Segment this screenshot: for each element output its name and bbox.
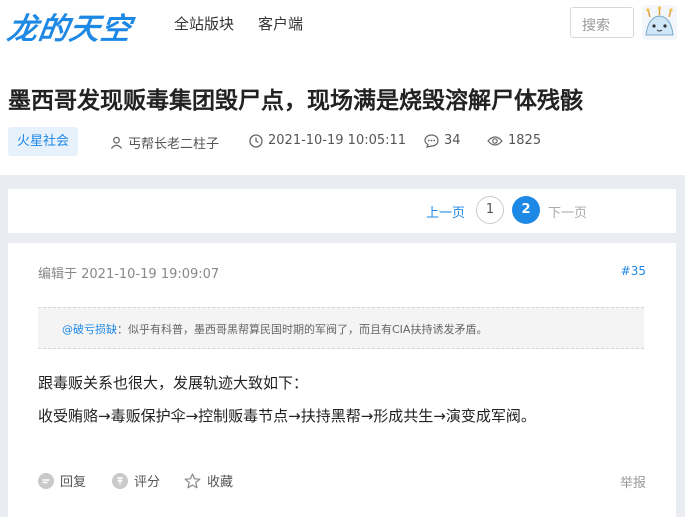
- comment-count-meta: 34: [424, 133, 461, 148]
- thread-header: 墨西哥发现贩毒集团毁尸点，现场满是烧毁溶解尸体残骸 火星社会 丐帮长老二柱子 2…: [0, 62, 685, 175]
- next-page-link[interactable]: 下一页: [548, 202, 587, 221]
- view-count-meta: 1825: [487, 133, 541, 148]
- star-icon: [184, 472, 201, 488]
- site-logo[interactable]: 龙的天空: [5, 4, 135, 48]
- pagination: 上一页 1 2 下一页: [8, 189, 676, 233]
- user-icon: [110, 136, 123, 149]
- comment-count: 34: [444, 133, 461, 148]
- category-tag[interactable]: 火星社会: [8, 127, 78, 156]
- favorite-label: 收藏: [207, 475, 234, 490]
- comment-icon: [424, 133, 439, 148]
- reply-post: 编辑于 2021-10-19 19:09:07 #35 @破亏损缺：似乎有科普，…: [8, 243, 676, 517]
- site-header: 龙的天空 全站版块 客户端 搜索: [0, 0, 685, 62]
- post-time-meta: 2021-10-19 10:05:11: [249, 133, 406, 148]
- post-body-line: 跟毒贩关系也很大，发展轨迹大致如下：: [38, 374, 309, 392]
- page-2-button-current[interactable]: 2: [512, 196, 540, 224]
- favorite-button[interactable]: 收藏: [184, 471, 233, 490]
- page-1-button[interactable]: 1: [476, 196, 504, 224]
- rate-label: 评分: [134, 475, 161, 490]
- report-link[interactable]: 举报: [620, 472, 646, 491]
- author-meta[interactable]: 丐帮长老二柱子: [110, 133, 219, 152]
- post-body-line: 收受贿赂→毒贩保护伞→控制贩毒节点→扶持黑帮→形成共生→演变成军阀。: [38, 407, 536, 425]
- view-count: 1825: [508, 133, 542, 148]
- reply-icon: [38, 472, 54, 489]
- author-name[interactable]: 丐帮长老二柱子: [128, 133, 219, 152]
- search-button[interactable]: 搜索: [570, 7, 634, 38]
- floor-number-link[interactable]: #35: [621, 264, 646, 278]
- thread-title: 墨西哥发现贩毒集团毁尸点，现场满是烧毁溶解尸体残骸: [8, 88, 583, 114]
- nav-all-boards[interactable]: 全站版块: [174, 13, 234, 34]
- quote-block: @破亏损缺：似乎有科普，墨西哥黑帮算民国时期的军阀了，而且有CIA扶持诱发矛盾。: [38, 307, 644, 349]
- quote-text: ：似乎有科普，墨西哥黑帮算民国时期的军阀了，而且有CIA扶持诱发矛盾。: [117, 323, 488, 336]
- rate-button[interactable]: 评分: [112, 471, 160, 490]
- quote-user-link[interactable]: @破亏损缺: [62, 323, 117, 336]
- nav-client[interactable]: 客户端: [258, 13, 303, 34]
- rate-icon: [112, 472, 128, 489]
- reply-button[interactable]: 回复: [38, 471, 86, 490]
- eye-icon: [487, 135, 503, 146]
- reply-label: 回复: [60, 475, 87, 490]
- clock-icon: [249, 133, 263, 148]
- avatar-icon[interactable]: [642, 5, 677, 40]
- edit-time: 编辑于 2021-10-19 19:09:07: [38, 267, 220, 282]
- post-datetime: 2021-10-19 10:05:11: [268, 133, 407, 148]
- prev-page-link[interactable]: 上一页: [426, 202, 465, 221]
